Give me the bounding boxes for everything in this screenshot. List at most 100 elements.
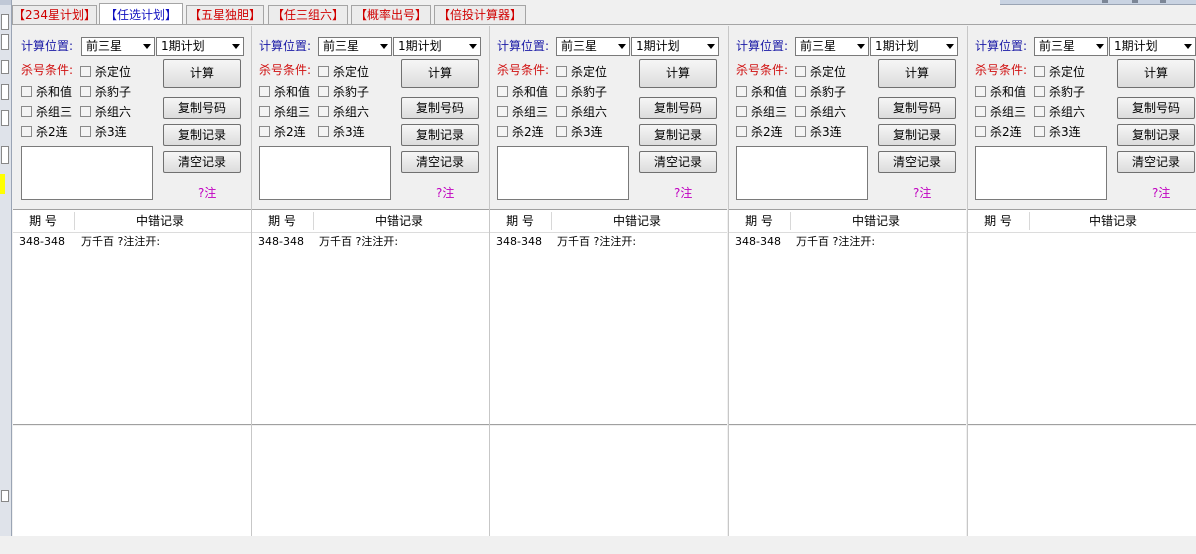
row-period: 348-348 (258, 235, 304, 248)
bet-count-label: ?注 (913, 186, 932, 200)
clear-records-button[interactable]: 清空记录 (401, 151, 479, 173)
header-period[interactable]: 期 号 (252, 210, 312, 232)
row-period: 348-348 (496, 235, 542, 248)
copy-numbers-button[interactable]: 复制号码 (401, 97, 479, 119)
notes-textarea[interactable] (21, 146, 153, 200)
tab-any-three-group-six[interactable]: 【任三组六】 (268, 5, 348, 24)
chevron-down-icon (1096, 44, 1104, 49)
plan-select[interactable]: 1期计划 (870, 37, 958, 56)
calc-position-label: 计算位置: (975, 39, 1028, 53)
lower-list-area (968, 426, 1196, 536)
kill-condition-label: 杀号条件: (736, 63, 789, 77)
row-record: 万千百 ?注注开: (796, 235, 876, 248)
chevron-down-icon (232, 44, 240, 49)
kill-condition-label: 杀号条件: (21, 63, 74, 77)
header-record[interactable]: 中错记录 (791, 210, 961, 232)
calculate-button[interactable]: 计算 (878, 59, 956, 88)
notes-textarea[interactable] (736, 146, 868, 200)
lower-list-area (729, 426, 966, 536)
chevron-down-icon (380, 44, 388, 49)
position-select[interactable]: 前三星 (556, 37, 630, 56)
copy-numbers-button[interactable]: 复制号码 (163, 97, 241, 119)
header-period[interactable]: 期 号 (13, 210, 73, 232)
position-select[interactable]: 前三星 (318, 37, 392, 56)
header-record[interactable]: 中错记录 (1030, 210, 1196, 232)
header-period[interactable]: 期 号 (490, 210, 550, 232)
calculate-button[interactable]: 计算 (163, 59, 241, 88)
chevron-down-icon (469, 44, 477, 49)
notes-textarea[interactable] (259, 146, 391, 200)
kill-condition-label: 杀号条件: (497, 63, 550, 77)
grid-header: 期 号 中错记录 (729, 210, 966, 233)
bet-count-label: ?注 (198, 186, 217, 200)
lower-list-area (13, 426, 251, 536)
notes-textarea[interactable] (497, 146, 629, 200)
left-side-strip (0, 0, 12, 554)
plan-panel-2: 计算位置: 前三星 1期计划 杀号条件: 杀定位 杀和值 杀豹子 杀组三 杀组六… (251, 26, 489, 536)
chevron-down-icon (618, 44, 626, 49)
clear-records-button[interactable]: 清空记录 (639, 151, 717, 173)
calculate-button[interactable]: 计算 (401, 59, 479, 88)
record-grid[interactable]: 期 号 中错记录 348-348 万千百 ?注注开: (729, 209, 966, 425)
record-grid[interactable]: 期 号 中错记录 348-348 万千百 ?注注开: (13, 209, 251, 425)
row-record: 万千百 ?注注开: (557, 235, 637, 248)
header-record[interactable]: 中错记录 (552, 210, 722, 232)
kill-condition-label: 杀号条件: (259, 63, 312, 77)
copy-records-button[interactable]: 复制记录 (163, 124, 241, 146)
copy-records-button[interactable]: 复制记录 (401, 124, 479, 146)
grid-header: 期 号 中错记录 (490, 210, 727, 233)
header-record[interactable]: 中错记录 (75, 210, 245, 232)
plan-select[interactable]: 1期计划 (1109, 37, 1196, 56)
notes-textarea[interactable] (975, 146, 1107, 200)
kill-condition-label: 杀号条件: (975, 63, 1028, 77)
tab-five-star[interactable]: 【五星独胆】 (186, 5, 264, 24)
grid-header: 期 号 中错记录 (252, 210, 489, 233)
header-record[interactable]: 中错记录 (314, 210, 484, 232)
plan-panel-1: 计算位置: 前三星 1期计划 杀号条件: 杀定位 杀和值 杀豹子 杀组三 杀组六… (13, 26, 251, 536)
header-period[interactable]: 期 号 (729, 210, 789, 232)
tab-234-plan[interactable]: 【234星计划】 (12, 5, 97, 24)
grid-header: 期 号 中错记录 (13, 210, 251, 233)
chevron-down-icon (143, 44, 151, 49)
plan-panel-3: 计算位置: 前三星 1期计划 杀号条件: 杀定位 杀和值 杀豹子 杀组三 杀组六… (489, 26, 727, 536)
record-grid[interactable]: 期 号 中错记录 348-348 万千百 ?注注开: (490, 209, 727, 425)
bet-count-label: ?注 (1152, 186, 1171, 200)
calculate-button[interactable]: 计算 (1117, 59, 1195, 88)
row-record: 万千百 ?注注开: (319, 235, 399, 248)
row-period: 348-348 (735, 235, 781, 248)
calc-position-label: 计算位置: (736, 39, 789, 53)
record-grid[interactable]: 期 号 中错记录 (968, 209, 1196, 425)
calc-position-label: 计算位置: (259, 39, 312, 53)
grid-header: 期 号 中错记录 (968, 210, 1196, 233)
chevron-down-icon (1184, 44, 1192, 49)
bet-count-label: ?注 (436, 186, 455, 200)
clear-records-button[interactable]: 清空记录 (878, 151, 956, 173)
copy-numbers-button[interactable]: 复制号码 (878, 97, 956, 119)
copy-records-button[interactable]: 复制记录 (1117, 124, 1195, 146)
plan-select[interactable]: 1期计划 (156, 37, 244, 56)
header-period[interactable]: 期 号 (968, 210, 1028, 232)
copy-numbers-button[interactable]: 复制号码 (639, 97, 717, 119)
position-select[interactable]: 前三星 (81, 37, 155, 56)
window-top-bar (1000, 0, 1196, 5)
plan-select[interactable]: 1期计划 (393, 37, 481, 56)
bet-count-label: ?注 (674, 186, 693, 200)
position-select[interactable]: 前三星 (1034, 37, 1108, 56)
chevron-down-icon (707, 44, 715, 49)
copy-records-button[interactable]: 复制记录 (639, 124, 717, 146)
chevron-down-icon (857, 44, 865, 49)
copy-records-button[interactable]: 复制记录 (878, 124, 956, 146)
plan-panel-5: 计算位置: 前三星 1期计划 杀号条件: 杀定位 杀和值 杀豹子 杀组三 杀组六… (967, 26, 1196, 536)
position-select[interactable]: 前三星 (795, 37, 869, 56)
chevron-down-icon (946, 44, 954, 49)
copy-numbers-button[interactable]: 复制号码 (1117, 97, 1195, 119)
tab-probability[interactable]: 【概率出号】 (351, 5, 431, 24)
tab-multiplier-calculator[interactable]: 【倍投计算器】 (434, 5, 526, 24)
calculate-button[interactable]: 计算 (639, 59, 717, 88)
lower-list-area (252, 426, 489, 536)
clear-records-button[interactable]: 清空记录 (1117, 151, 1195, 173)
tab-optional-plan[interactable]: 【任选计划】 (99, 3, 183, 25)
plan-select[interactable]: 1期计划 (631, 37, 719, 56)
record-grid[interactable]: 期 号 中错记录 348-348 万千百 ?注注开: (252, 209, 489, 425)
clear-records-button[interactable]: 清空记录 (163, 151, 241, 173)
